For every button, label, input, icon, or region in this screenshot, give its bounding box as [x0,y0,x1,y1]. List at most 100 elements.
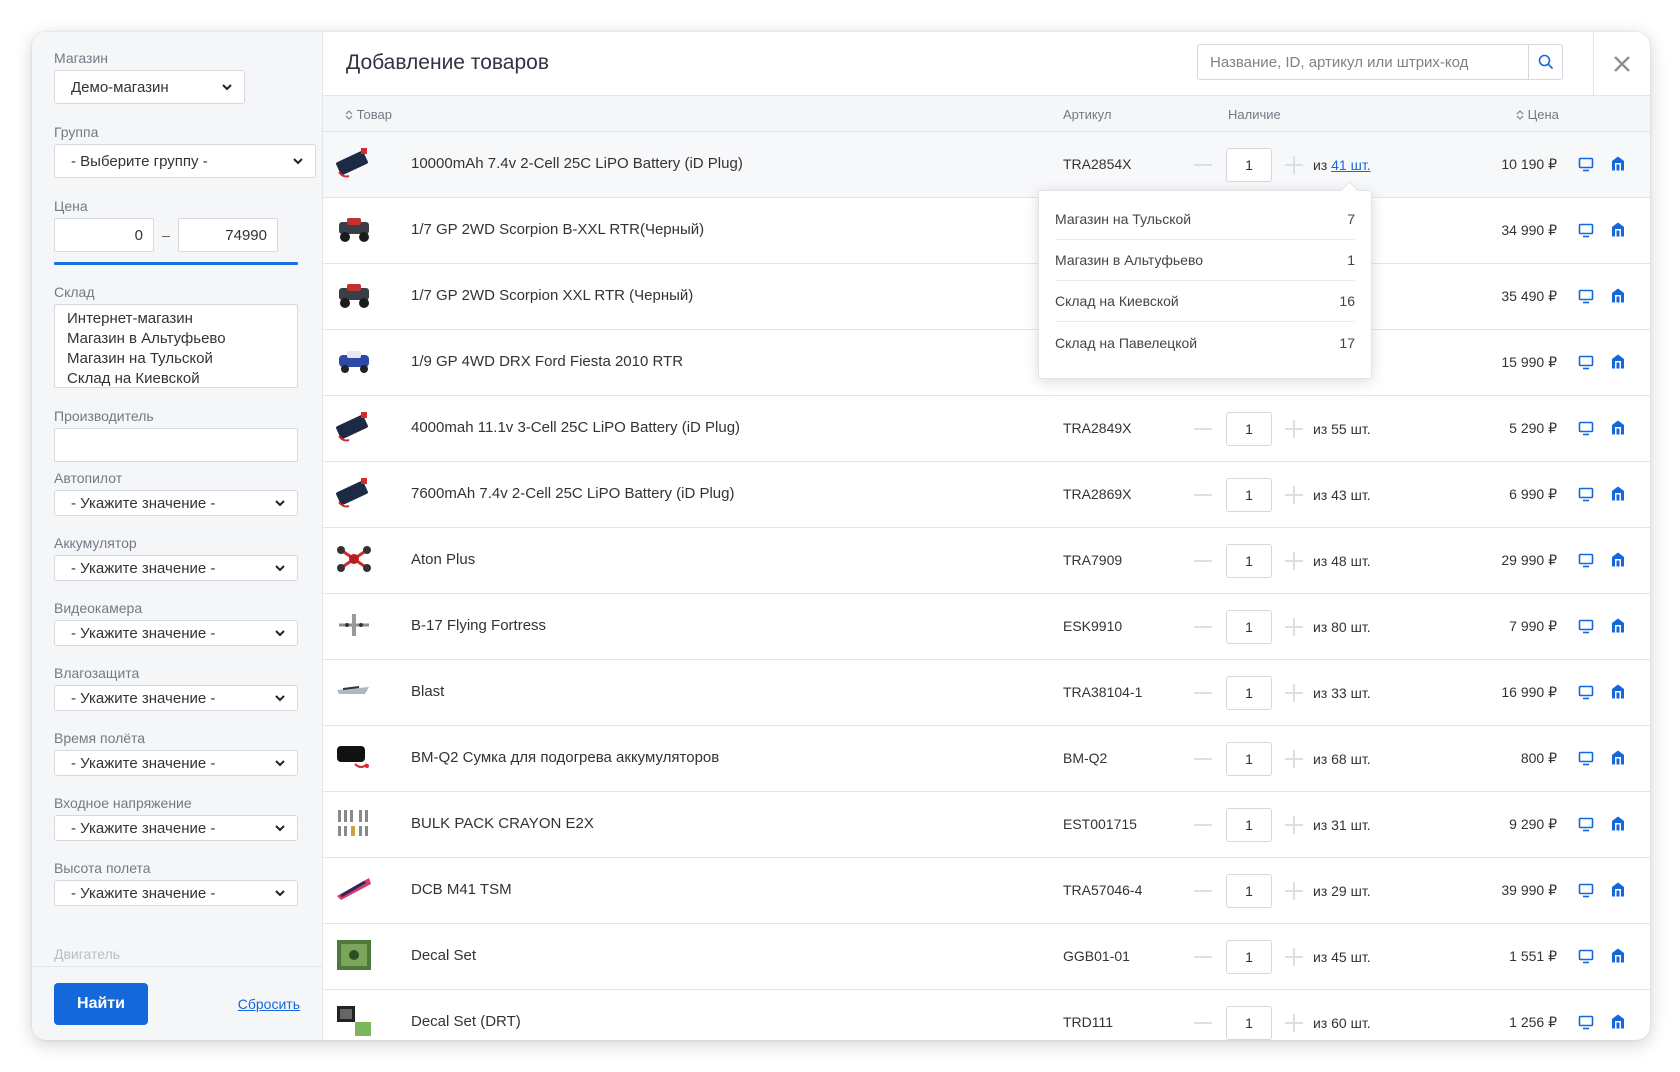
product-sku: BM-Q2 [1063,750,1108,766]
decrease-qty-button[interactable] [1193,949,1213,965]
product-row: 4000mah 11.1v 3-Cell 25C LiPO Battery (i… [323,396,1650,462]
attribute-filter-select[interactable]: - Укажите значение - [54,685,298,711]
monitor-icon[interactable] [1578,354,1594,370]
increase-qty-button[interactable] [1284,617,1304,637]
monitor-icon[interactable] [1578,750,1594,766]
attribute-filter-select[interactable]: - Укажите значение - [54,490,298,516]
monitor-icon[interactable] [1578,882,1594,898]
increase-qty-button[interactable] [1284,947,1304,967]
decrease-qty-button[interactable] [1193,751,1213,767]
monitor-icon[interactable] [1578,1014,1594,1030]
qty-input[interactable]: 1 [1226,412,1272,446]
store-icon[interactable] [1610,815,1626,832]
qty-input[interactable]: 1 [1226,148,1272,182]
increase-qty-button[interactable] [1284,485,1304,505]
monitor-icon[interactable] [1578,684,1594,700]
monitor-icon[interactable] [1578,816,1594,832]
qty-input[interactable]: 1 [1226,610,1272,644]
increase-qty-button[interactable] [1284,155,1304,175]
store-icon[interactable] [1610,155,1626,172]
qty-input[interactable]: 1 [1226,940,1272,974]
increase-qty-button[interactable] [1284,1013,1304,1033]
increase-qty-button[interactable] [1284,749,1304,769]
monitor-icon[interactable] [1578,618,1594,634]
increase-qty-button[interactable] [1284,881,1304,901]
store-icon[interactable] [1610,419,1626,436]
increase-qty-button[interactable] [1284,419,1304,439]
price-max-input[interactable]: 74990 [178,218,278,252]
monitor-icon[interactable] [1578,486,1594,502]
decrease-qty-button[interactable] [1193,553,1213,569]
attribute-filter-value: - Укажите значение - [71,624,216,642]
attribute-filter-select[interactable]: - Укажите значение - [54,555,298,581]
decrease-qty-button[interactable] [1193,421,1213,437]
qty-input[interactable]: 1 [1226,676,1272,710]
qty-input[interactable]: 1 [1226,1006,1272,1040]
stock-link[interactable]: 41 шт. [1331,157,1370,173]
store-icon[interactable] [1610,221,1626,238]
warehouse-option[interactable]: Интернет-магазин [67,309,285,329]
monitor-icon[interactable] [1578,420,1594,436]
monitor-icon[interactable] [1578,948,1594,964]
decrease-qty-button[interactable] [1193,157,1213,173]
attribute-filter-value: - Укажите значение - [71,559,216,577]
warehouse-option[interactable]: Склад на Киевской [67,369,285,389]
price-slider[interactable] [54,262,298,265]
close-button[interactable] [1593,32,1650,96]
reset-link[interactable]: Сбросить [238,996,300,1012]
warehouse-listbox[interactable]: Интернет-магазин Магазин в Альтуфьево Ма… [54,304,298,388]
decrease-qty-button[interactable] [1193,883,1213,899]
store-icon[interactable] [1610,551,1626,568]
qty-input[interactable]: 1 [1226,742,1272,776]
chevron-down-icon [293,158,303,165]
warehouse-option[interactable]: Магазин в Альтуфьево [67,329,285,349]
product-price: 9 290 ₽ [1509,816,1557,832]
decrease-qty-button[interactable] [1193,487,1213,503]
column-product[interactable]: Товар [345,107,392,122]
search-input[interactable]: Название, ID, артикул или штрих-код [1198,45,1528,79]
group-select[interactable]: - Выберите группу - [54,144,316,178]
search-button[interactable] [1528,45,1562,79]
qty-input[interactable]: 1 [1226,478,1272,512]
find-button[interactable]: Найти [54,983,148,1025]
store-icon[interactable] [1610,947,1626,964]
store-icon[interactable] [1610,1013,1626,1030]
manufacturer-input[interactable] [54,428,298,462]
increase-qty-button[interactable] [1284,815,1304,835]
decrease-qty-button[interactable] [1193,817,1213,833]
warehouse-option[interactable]: Магазин на Тульской [67,349,285,369]
monitor-icon[interactable] [1578,552,1594,568]
column-price[interactable]: Цена [1516,107,1559,122]
increase-qty-button[interactable] [1284,683,1304,703]
monitor-icon[interactable] [1578,222,1594,238]
store-icon[interactable] [1610,353,1626,370]
increase-qty-button[interactable] [1284,551,1304,571]
attribute-filter-select[interactable]: - Укажите значение - [54,880,298,906]
store-icon[interactable] [1610,485,1626,502]
decrease-qty-button[interactable] [1193,1015,1213,1031]
price-min-input[interactable]: 0 [54,218,154,252]
attribute-filter-select[interactable]: - Укажите значение - [54,750,298,776]
product-price: 5 290 ₽ [1509,420,1557,436]
stock-prefix: из [1313,883,1328,899]
stock-prefix: из [1313,817,1328,833]
store-icon[interactable] [1610,287,1626,304]
store-icon[interactable] [1610,617,1626,634]
qty-input[interactable]: 1 [1226,808,1272,842]
shop-select[interactable]: Демо-магазин [54,70,245,104]
attribute-filter-select[interactable]: - Укажите значение - [54,815,298,841]
product-thumbnail [337,1006,371,1036]
qty-input[interactable]: 1 [1226,544,1272,578]
decrease-qty-button[interactable] [1193,619,1213,635]
monitor-icon[interactable] [1578,156,1594,172]
store-icon[interactable] [1610,683,1626,700]
decrease-qty-button[interactable] [1193,685,1213,701]
product-sku: TRA57046-4 [1063,882,1143,898]
product-thumbnail [337,878,371,900]
qty-input[interactable]: 1 [1226,874,1272,908]
store-icon[interactable] [1610,749,1626,766]
attribute-filter-select[interactable]: - Укажите значение - [54,620,298,646]
store-icon[interactable] [1610,881,1626,898]
monitor-icon[interactable] [1578,288,1594,304]
product-row: 10000mAh 7.4v 2-Cell 25C LiPO Battery (i… [323,132,1650,198]
